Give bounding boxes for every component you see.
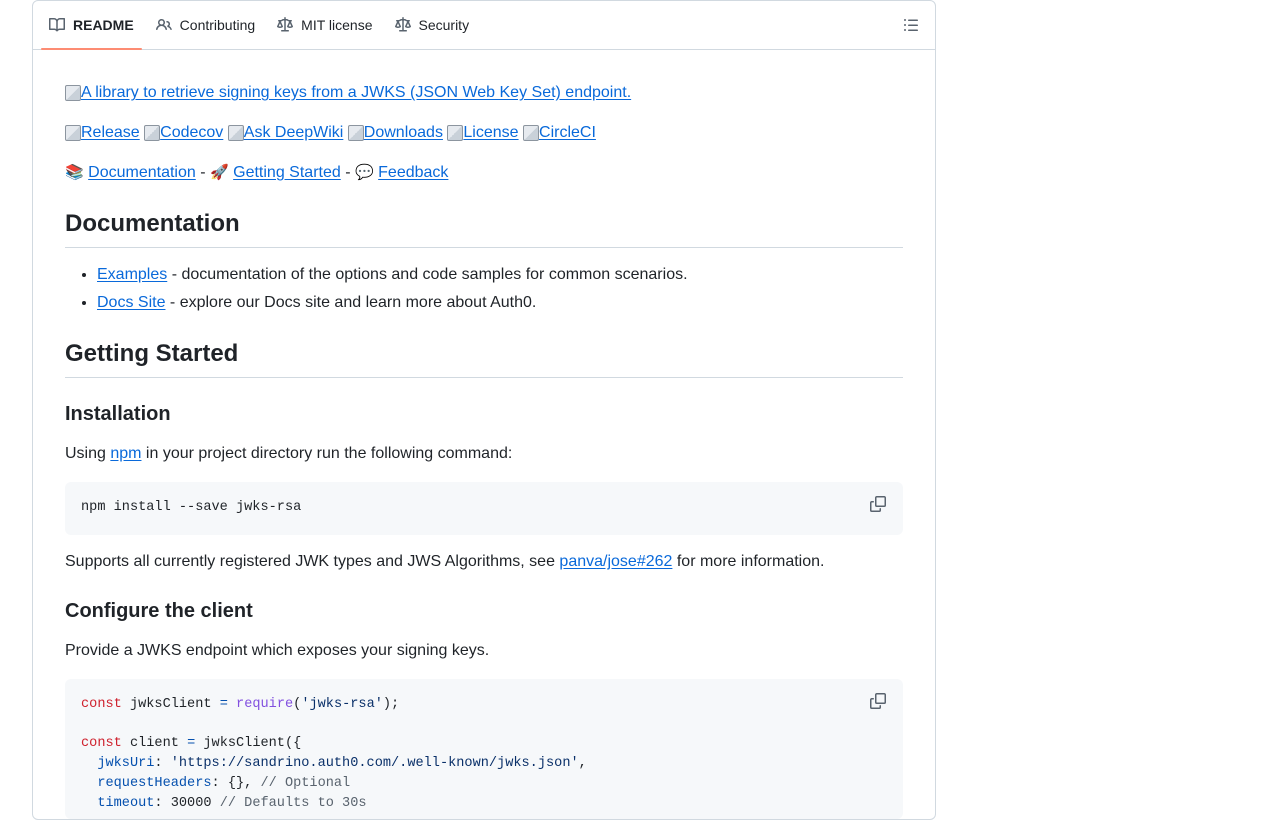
installation-paragraph: Using npm in your project directory run … (65, 442, 512, 466)
code-token: // Defaults to 30s (219, 795, 367, 811)
rocket-emoji-icon: 🚀 (210, 164, 229, 181)
badge-downloads-label: Downloads (363, 124, 443, 141)
code-token: require (227, 697, 294, 712)
broken-image-icon (347, 125, 364, 141)
law-icon (277, 17, 294, 32)
install-command: npm install --save jwks-rsa (81, 500, 302, 515)
badge-release[interactable]: Release (65, 121, 140, 145)
supports-text: Supports all currently registered JWK ty… (65, 553, 560, 570)
configure-paragraph: Provide a JWKS endpoint which exposes yo… (65, 642, 490, 659)
tab-contributing[interactable]: Contributing (148, 1, 264, 49)
code-token: , (578, 756, 587, 772)
copy-icon (870, 693, 886, 709)
speech-emoji-icon: 💬 (355, 164, 374, 181)
badge-license[interactable]: License (447, 121, 519, 145)
code-token: jwksUri (81, 756, 155, 772)
tab-contributing-label: Contributing (179, 17, 256, 33)
code-token: const (81, 736, 122, 752)
code-token: ); (382, 697, 400, 712)
badge-downloads[interactable]: Downloads (347, 121, 443, 145)
badge-codecov-label: Codecov (160, 124, 224, 141)
tab-mit-license[interactable]: MIT license (269, 1, 380, 49)
documentation-link[interactable]: Documentation (88, 164, 196, 181)
code-token: : 30000 (154, 795, 220, 811)
badge-codecov[interactable]: Codecov (144, 121, 223, 145)
banner-alt-text: A library to retrieve signing keys from … (81, 84, 632, 101)
broken-image-icon (144, 125, 161, 141)
code-token: client (121, 736, 188, 752)
badge-license-label: License (463, 124, 519, 141)
banner-image-link[interactable]: A library to retrieve signing keys from … (65, 81, 631, 105)
law-icon (394, 17, 411, 32)
getting-started-heading: Getting Started (65, 339, 903, 378)
tab-security[interactable]: Security (387, 1, 478, 49)
badge-circleci[interactable]: CircleCI (523, 121, 596, 145)
copy-icon (870, 496, 886, 512)
supports-text: for more information. (672, 553, 825, 570)
readme-tabbar: README Contributing MIT license Security (33, 1, 935, 50)
code-token: requestHeaders (81, 775, 212, 791)
code-token: : (154, 756, 171, 772)
list-item: Examples - documentation of the options … (97, 261, 688, 289)
jose-issue-link[interactable]: panva/jose#262 (559, 553, 672, 570)
code-token: jwksClient({ (195, 736, 302, 752)
table-of-contents-button[interactable] (903, 17, 919, 33)
broken-image-icon (523, 125, 540, 141)
install-code-block: npm install --save jwks-rsa (65, 482, 903, 535)
code-token: = (187, 736, 196, 752)
copy-button[interactable] (870, 693, 888, 711)
code-text: const jwksClient = require('jwks-rsa'); … (65, 679, 903, 829)
broken-image-icon (447, 125, 464, 141)
code-token: : {}, (211, 775, 261, 791)
separator: - (200, 164, 206, 181)
banner-paragraph: A library to retrieve signing keys from … (65, 81, 631, 109)
code-text: npm install --save jwks-rsa (65, 482, 903, 534)
badge-circleci-label: CircleCI (539, 124, 596, 141)
installation-heading: Installation (65, 403, 171, 425)
getting-started-link[interactable]: Getting Started (233, 164, 341, 181)
badge-deepwiki-label: Ask DeepWiki (243, 124, 344, 141)
people-icon (155, 18, 172, 31)
supports-paragraph: Supports all currently registered JWK ty… (65, 550, 824, 574)
readme-panel: README Contributing MIT license Security… (32, 0, 936, 820)
code-token: jwksClient (121, 697, 220, 712)
badge-release-label: Release (81, 124, 140, 141)
code-token: timeout (81, 795, 155, 811)
list-item-text: - documentation of the options and code … (167, 266, 688, 283)
code-token: 'jwks-rsa' (301, 697, 383, 712)
documentation-list: Examples - documentation of the options … (65, 261, 688, 317)
badges-paragraph: Release Codecov Ask DeepWiki Downloads L… (65, 121, 596, 149)
broken-image-icon (65, 125, 81, 141)
tab-security-label: Security (418, 17, 470, 33)
separator: - (345, 164, 351, 181)
feedback-link[interactable]: Feedback (378, 164, 448, 181)
npm-link[interactable]: npm (110, 445, 141, 462)
badge-deepwiki[interactable]: Ask DeepWiki (227, 121, 344, 145)
documentation-heading: Documentation (65, 209, 903, 248)
code-token: = (219, 697, 228, 712)
configure-client-heading: Configure the client (65, 600, 253, 622)
quicklinks-paragraph: 📚 Documentation - 🚀 Getting Started - 💬 … (65, 161, 448, 185)
code-token: const (81, 697, 122, 712)
examples-link[interactable]: Examples (97, 266, 167, 283)
code-token: 'https://sandrino.auth0.com/.well-known/… (170, 756, 579, 772)
list-icon (904, 19, 918, 31)
book-icon (49, 17, 65, 32)
tab-readme-label: README (73, 17, 134, 33)
broken-image-icon (227, 125, 244, 141)
configure-code-block: const jwksClient = require('jwks-rsa'); … (65, 679, 903, 819)
books-emoji-icon: 📚 (65, 164, 84, 181)
tab-readme[interactable]: README (41, 1, 142, 50)
docs-site-link[interactable]: Docs Site (97, 294, 165, 311)
copy-button[interactable] (870, 496, 888, 514)
code-token: // Optional (260, 775, 351, 791)
list-item: Docs Site - explore our Docs site and le… (97, 289, 688, 317)
installation-text: in your project directory run the follow… (141, 445, 513, 462)
broken-image-icon (65, 85, 81, 101)
tab-mit-license-label: MIT license (301, 17, 373, 33)
installation-text: Using (65, 445, 111, 462)
list-item-text: - explore our Docs site and learn more a… (165, 294, 537, 311)
